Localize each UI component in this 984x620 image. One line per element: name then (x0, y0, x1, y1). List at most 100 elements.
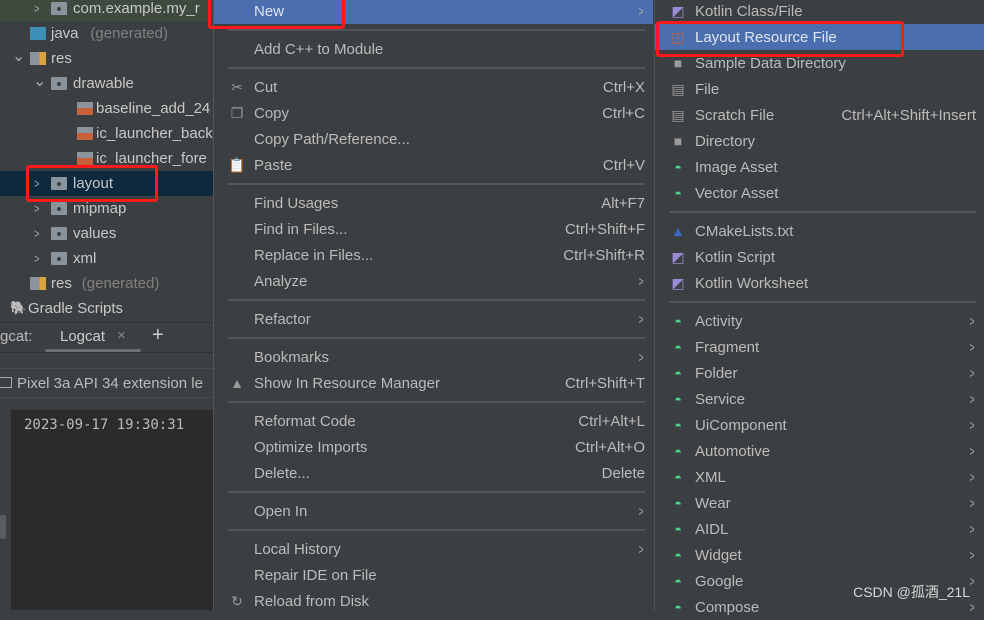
menu-item-fragment[interactable]: ◓ Fragment > (655, 334, 984, 360)
chevron-down-icon[interactable]: ⌄ (12, 46, 25, 66)
menu-item-image-asset[interactable]: ◓ Image Asset (655, 154, 984, 180)
menu-separator (655, 206, 984, 218)
project-panel: > com.example.my_r java (generated) ⌄ res ⌄ dra… (0, 0, 213, 610)
tree-item[interactable]: > layout (0, 171, 213, 196)
menu-item-bookmarks[interactable]: Bookmarks > (214, 344, 653, 370)
menu-item-find-in-files[interactable]: Find in Files... Ctrl+Shift+F (214, 216, 653, 242)
device-selector[interactable]: Pixel 3a API 34 extension le (0, 368, 213, 398)
menu-item-label: Google (695, 572, 744, 590)
xml-file-icon (77, 102, 93, 115)
menu-item-analyze[interactable]: Analyze > (214, 268, 653, 294)
tree-item[interactable]: java (generated) (0, 21, 213, 46)
menu-item-directory[interactable]: ■ Directory (655, 128, 984, 154)
chevron-right-icon[interactable]: > (34, 226, 39, 241)
tree-item[interactable]: ⌄ drawable (0, 71, 213, 96)
menu-item-shortcut: Ctrl+Shift+F (564, 220, 645, 238)
menu-item-refactor[interactable]: Refactor > (214, 306, 653, 332)
menu-item-reload-from-disk[interactable]: ↻ Reload from Disk (214, 588, 653, 614)
tree-item[interactable]: ic_launcher_back (0, 121, 213, 146)
tree-item[interactable]: > values (0, 221, 213, 246)
tree-item[interactable]: > xml (0, 246, 213, 271)
scissors-icon: ✂ (231, 78, 243, 95)
menu-item-reformat-code[interactable]: Reformat Code Ctrl+Alt+L (214, 408, 653, 434)
submenu-arrow-icon: > (969, 443, 975, 459)
android-icon: ◓ (674, 521, 682, 537)
close-tab-icon[interactable]: × (117, 327, 126, 344)
tree-item-suffix: (generated) (81, 275, 160, 292)
reload-icon: ↻ (231, 592, 243, 609)
tree-item[interactable]: ⌄ res (0, 46, 213, 71)
menu-item-repair-ide-on-file[interactable]: Repair IDE on File (214, 562, 653, 588)
menu-item-kotlin-script[interactable]: ◩ Kotlin Script (655, 244, 984, 270)
tab-logcat[interactable]: Logcat (60, 328, 105, 345)
menu-item-label: New (254, 2, 285, 20)
log-line: 2023-09-17 19:30:31 (24, 417, 185, 433)
menu-item-add-c-to-module[interactable]: Add C++ to Module (214, 36, 653, 62)
menu-item-label: Service (695, 390, 746, 408)
menu-item-sample-data-directory[interactable]: ■ Sample Data Directory (655, 50, 984, 76)
menu-item-file[interactable]: ▤ File (655, 76, 984, 102)
android-icon: ◓ (674, 573, 682, 589)
menu-item-copy-path-reference[interactable]: Copy Path/Reference... (214, 126, 653, 152)
menu-item-paste[interactable]: 📋 Paste Ctrl+V (214, 152, 653, 178)
menu-item-shortcut: Delete (601, 464, 645, 482)
add-tab-icon[interactable]: + (152, 324, 164, 347)
menu-item-shortcut: Ctrl+Alt+Shift+Insert (841, 106, 976, 124)
menu-item-cmakelists-txt[interactable]: ▲ CMakeLists.txt (655, 218, 984, 244)
menu-item-label: Delete... (254, 464, 310, 482)
active-tab-underline (45, 349, 141, 352)
menu-item-kotlin-worksheet[interactable]: ◩ Kotlin Worksheet (655, 270, 984, 296)
menu-item-widget[interactable]: ◓ Widget > (655, 542, 984, 568)
xml-file-icon (77, 127, 93, 140)
menu-item-scratch-file[interactable]: ▤ Scratch File Ctrl+Alt+Shift+Insert (655, 102, 984, 128)
menu-item-label: Reload from Disk (254, 592, 370, 610)
menu-item-layout-resource-file[interactable]: ◫ Layout Resource File (655, 24, 984, 50)
tree-item[interactable]: baseline_add_24 (0, 96, 213, 121)
menu-item-label: Sample Data Directory (695, 54, 846, 72)
menu-item-open-in[interactable]: Open In > (214, 498, 653, 524)
tree-item[interactable]: > mipmap (0, 196, 213, 221)
android-icon: ◓ (674, 365, 682, 381)
menu-item-new[interactable]: New > (214, 0, 653, 24)
menu-item-label: Wear (695, 494, 731, 512)
menu-item-delete[interactable]: Delete... Delete (214, 460, 653, 486)
menu-item-label: Reformat Code (254, 412, 356, 430)
tree-item[interactable]: ic_launcher_fore (0, 146, 213, 171)
log-output: 2023-09-17 19:30:31 (11, 410, 213, 610)
tree-item[interactable]: > com.example.my_r (0, 0, 213, 21)
scrollbar[interactable] (0, 515, 6, 539)
menu-item-label: Cut (254, 78, 278, 96)
menu-separator (214, 178, 653, 190)
menu-item-label: Analyze (254, 272, 308, 290)
menu-item-vector-asset[interactable]: ◓ Vector Asset (655, 180, 984, 206)
tree-item[interactable]: res (generated) (0, 271, 213, 296)
menu-item-xml[interactable]: ◓ XML > (655, 464, 984, 490)
menu-item-replace-in-files[interactable]: Replace in Files... Ctrl+Shift+R (214, 242, 653, 268)
submenu-arrow-icon: > (969, 521, 975, 537)
menu-item-optimize-imports[interactable]: Optimize Imports Ctrl+Alt+O (214, 434, 653, 460)
submenu-arrow-icon: > (969, 547, 975, 563)
chevron-right-icon[interactable]: > (34, 1, 39, 16)
tree-item[interactable]: 🐘 Gradle Scripts (0, 296, 213, 321)
menu-item-wear[interactable]: ◓ Wear > (655, 490, 984, 516)
chevron-right-icon[interactable]: > (34, 251, 39, 266)
menu-item-folder[interactable]: ◓ Folder > (655, 360, 984, 386)
menu-item-aidl[interactable]: ◓ AIDL > (655, 516, 984, 542)
chevron-right-icon[interactable]: > (34, 176, 39, 191)
android-icon: ◓ (674, 547, 682, 563)
submenu-arrow-icon: > (969, 365, 975, 381)
menu-item-activity[interactable]: ◓ Activity > (655, 308, 984, 334)
cmake-icon: ▲ (671, 223, 685, 239)
menu-item-uicomponent[interactable]: ◓ UiComponent > (655, 412, 984, 438)
tree-item-label: java (51, 25, 79, 42)
menu-item-cut[interactable]: ✂ Cut Ctrl+X (214, 74, 653, 100)
menu-item-kotlin-class-file[interactable]: ◩ Kotlin Class/File (655, 0, 984, 24)
chevron-right-icon[interactable]: > (34, 201, 39, 216)
menu-item-show-in-resource-manager[interactable]: ▲ Show In Resource Manager Ctrl+Shift+T (214, 370, 653, 396)
menu-item-automotive[interactable]: ◓ Automotive > (655, 438, 984, 464)
menu-item-find-usages[interactable]: Find Usages Alt+F7 (214, 190, 653, 216)
menu-item-local-history[interactable]: Local History > (214, 536, 653, 562)
menu-item-copy[interactable]: ❐ Copy Ctrl+C (214, 100, 653, 126)
menu-item-service[interactable]: ◓ Service > (655, 386, 984, 412)
chevron-down-icon[interactable]: ⌄ (33, 71, 46, 91)
